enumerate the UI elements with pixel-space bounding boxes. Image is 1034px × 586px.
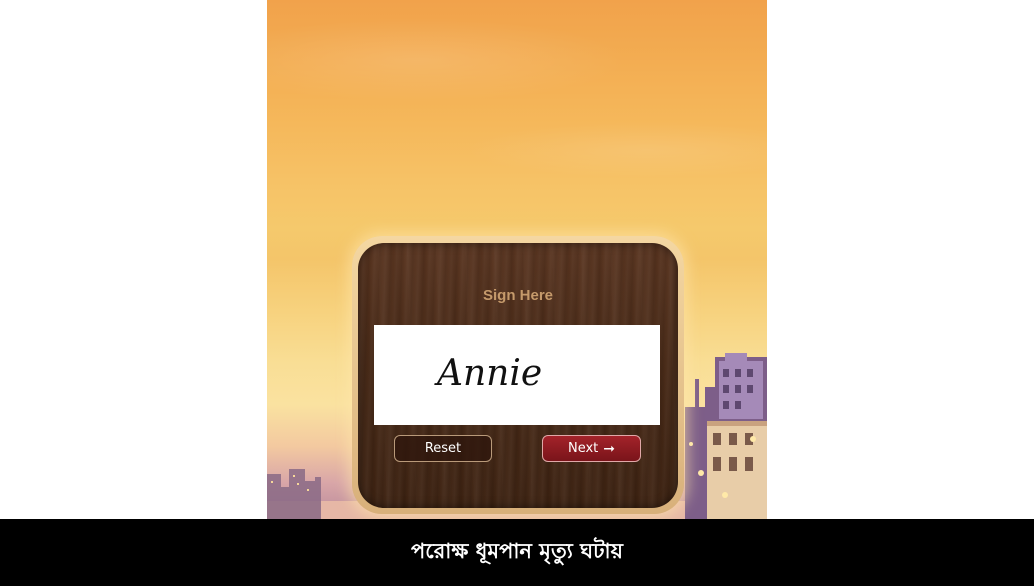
reset-button[interactable]: Reset xyxy=(394,435,492,462)
signature-text: Annie xyxy=(434,353,542,394)
next-button-label: Next xyxy=(567,441,599,456)
sign-here-title: Sign Here xyxy=(482,287,554,304)
signature-panel: Sign Here Annie Reset Next ➞ xyxy=(352,236,684,514)
footer-warning-bar: পরোক্ষ ধূমপান মৃত্যু ঘটায় xyxy=(0,519,1034,586)
next-button[interactable]: Next ➞ xyxy=(542,435,641,462)
health-warning-text: পরোক্ষ ধূমপান মৃত্যু ঘটায় xyxy=(411,539,623,563)
reset-button-label: Reset xyxy=(424,441,462,456)
signature-stroke: Annie xyxy=(434,353,542,394)
signature-pad[interactable]: Annie xyxy=(374,325,660,425)
arrow-right-icon: ➞ xyxy=(603,440,616,457)
